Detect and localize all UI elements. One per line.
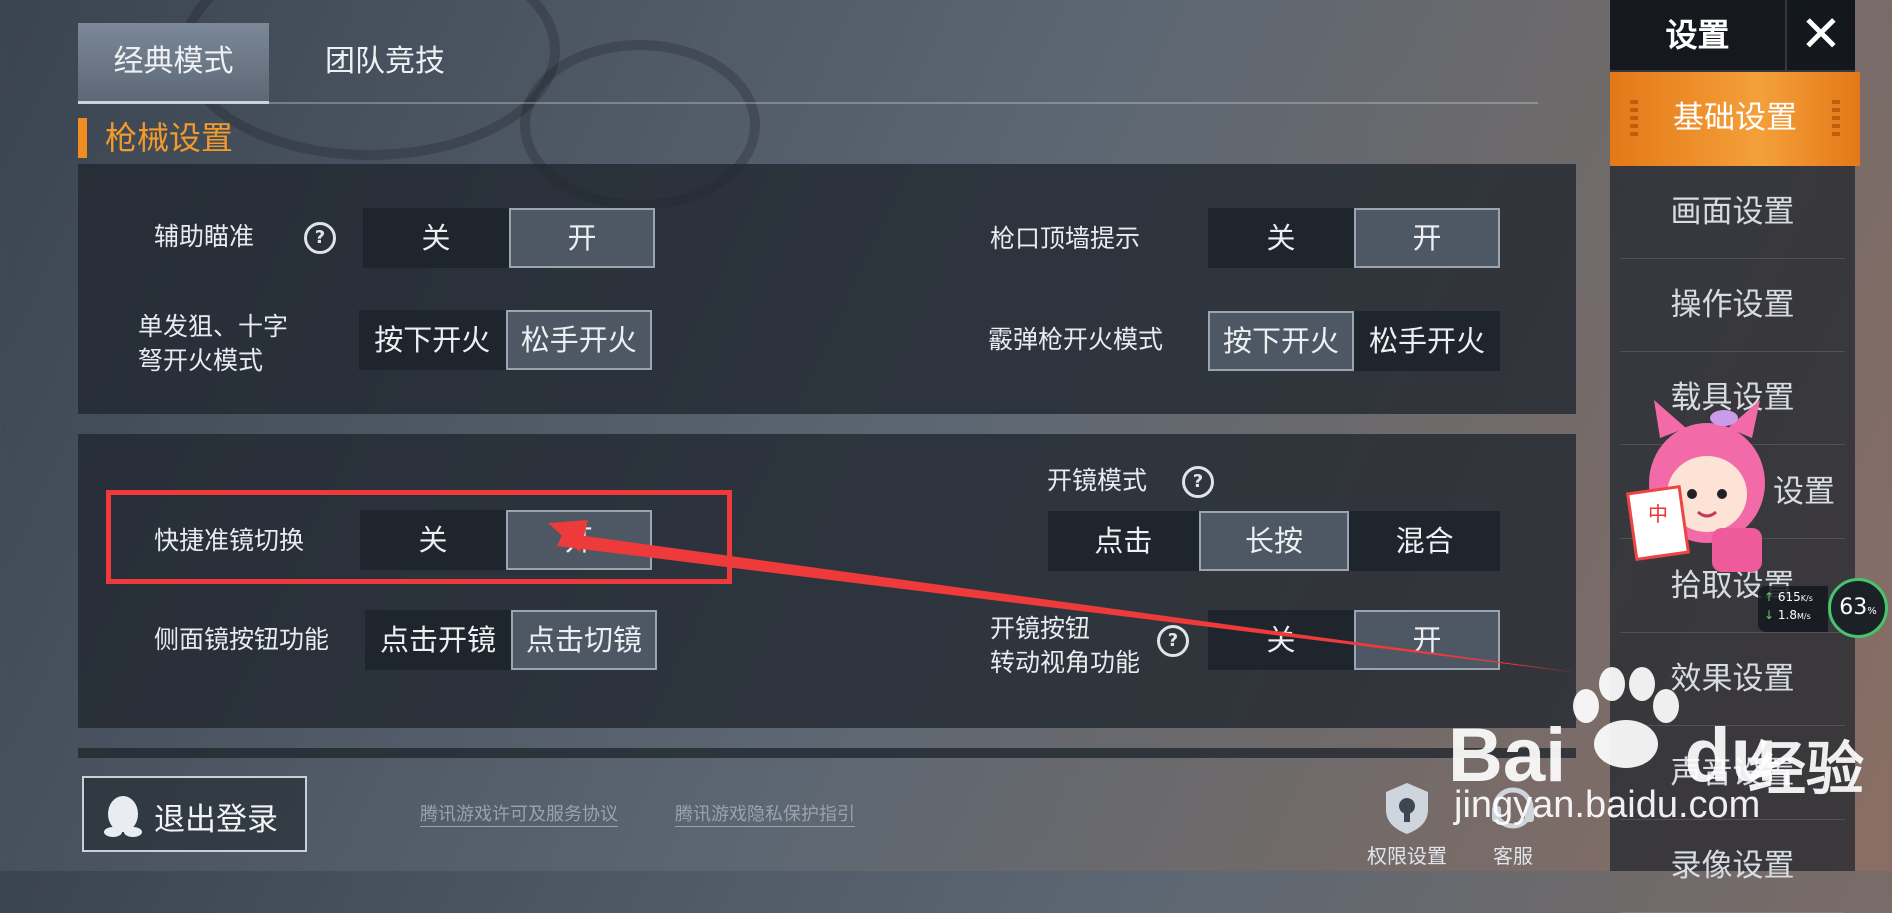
sidebar-title: 设置 (1610, 0, 1785, 70)
network-speed-widget: ↑ 615K/s ↓ 1.8M/s (1758, 586, 1828, 632)
anime-sticker: 中 (1612, 398, 1782, 578)
usage-ring: 63% (1828, 578, 1888, 638)
sidebar-item-controls[interactable]: 操作设置 (1620, 259, 1845, 352)
upload-speed: 615 (1777, 590, 1801, 604)
logout-label: 退出登录 (154, 802, 278, 838)
sidebar-item-label: 基础设置 (1673, 100, 1797, 136)
grip-icon (1630, 100, 1638, 138)
sidebar-item-graphics[interactable]: 画面设置 (1620, 166, 1845, 259)
customer-service-label: 客服 (1493, 844, 1533, 868)
qq-penguin-icon (104, 796, 142, 837)
sidebar-item-basic[interactable]: 基础设置 (1610, 72, 1860, 166)
download-unit: M/s (1796, 612, 1811, 621)
watermark-brand-cn: 经验 (1748, 735, 1865, 803)
license-agreement-link[interactable]: 腾讯游戏许可及服务协议 (420, 800, 618, 827)
upload-unit: K/s (1800, 594, 1813, 603)
privacy-policy-link[interactable]: 腾讯游戏隐私保护指引 (675, 800, 855, 827)
shield-lock-icon (1386, 783, 1428, 834)
watermark-url: jingyan.baidu.com (1454, 784, 1761, 826)
permission-settings-button[interactable]: 权限设置 (1362, 778, 1452, 871)
grip-icon (1832, 100, 1840, 138)
usage-percent-unit: % (1867, 606, 1877, 617)
download-speed: 1.8 (1777, 608, 1797, 622)
permission-label: 权限设置 (1367, 844, 1447, 868)
baidu-watermark: Bai du 经验 jingyan.baidu.com (1448, 666, 1888, 836)
close-icon[interactable]: ✕ (1787, 0, 1855, 70)
sidebar-item-label: 设置 (1773, 474, 1835, 510)
logout-button[interactable]: 退出登录 (82, 776, 307, 852)
anime-girl-icon (1625, 400, 1765, 572)
sticker-sign-text: 中 (1648, 502, 1668, 526)
usage-percent: 63 (1839, 595, 1868, 620)
